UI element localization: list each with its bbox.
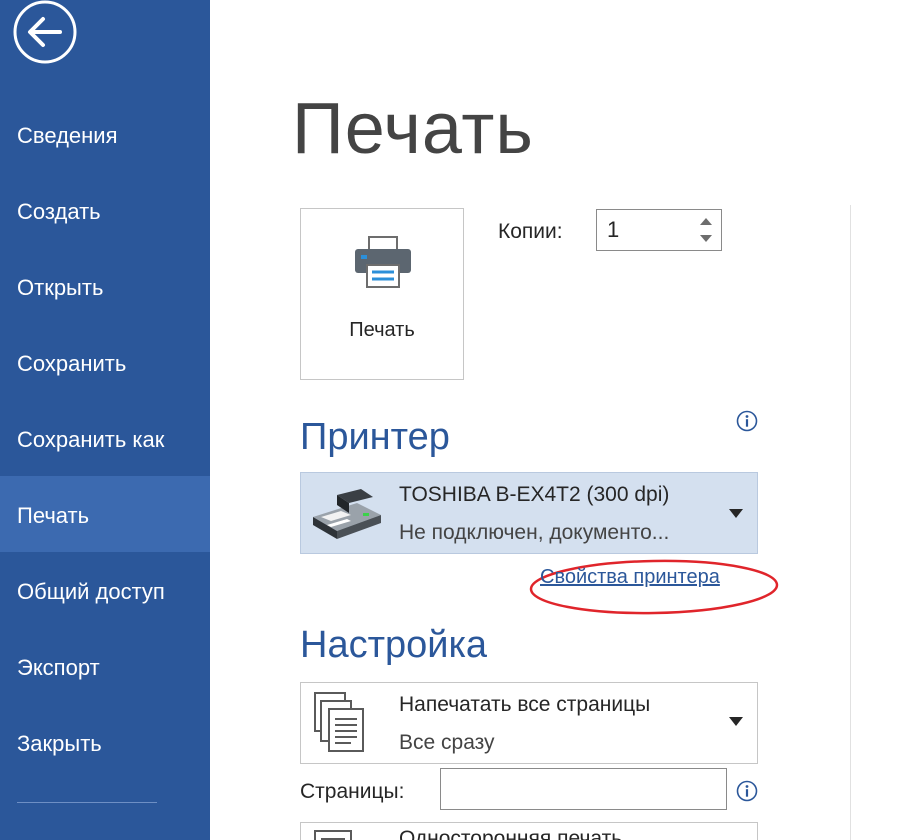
one-sided-icon — [314, 830, 352, 840]
pages-stack-icon — [314, 692, 364, 752]
pages-field[interactable] — [440, 768, 727, 810]
copies-label: Копии: — [498, 220, 563, 243]
nav-item-open[interactable]: Открыть — [0, 258, 210, 318]
info-icon[interactable] — [736, 410, 758, 432]
copies-stepper[interactable] — [596, 209, 722, 251]
back-button[interactable] — [10, 0, 80, 64]
sides-dropdown[interactable]: Односторонняя печать — [300, 822, 758, 840]
printer-properties-link[interactable]: Свойства принтера — [540, 566, 720, 589]
print-range-value: Напечатать все страницы — [399, 693, 651, 716]
nav-item-save[interactable]: Сохранить — [0, 334, 210, 394]
sides-value: Односторонняя печать — [399, 827, 623, 840]
chevron-down-icon — [729, 717, 743, 726]
spin-up-icon[interactable] — [697, 213, 715, 229]
printer-heading: Принтер — [300, 416, 450, 458]
nav-item-export[interactable]: Экспорт — [0, 638, 210, 698]
preview-divider — [850, 205, 851, 840]
print-range-dropdown[interactable]: Напечатать все страницы Все сразу — [300, 682, 758, 764]
page-title: Печать — [292, 89, 534, 169]
print-button-label: Печать — [349, 319, 415, 341]
sidebar-divider — [17, 802, 157, 803]
printer-status: Не подключен, документо... — [399, 521, 670, 544]
pages-info-icon[interactable] — [736, 780, 758, 802]
nav-item-share[interactable]: Общий доступ — [0, 562, 210, 622]
nav-item-close[interactable]: Закрыть — [0, 714, 210, 774]
spin-down-icon[interactable] — [697, 231, 715, 247]
backstage-sidebar: Сведения Создать Открыть Сохранить Сохра… — [0, 0, 210, 840]
print-range-description: Все сразу — [399, 731, 495, 754]
label-printer-icon — [313, 489, 381, 539]
nav-item-print[interactable]: Печать — [0, 476, 210, 552]
printer-icon — [355, 236, 411, 288]
printer-name: TOSHIBA B-EX4T2 (300 dpi) — [399, 483, 670, 506]
nav-item-new[interactable]: Создать — [0, 182, 210, 242]
pages-input[interactable] — [441, 769, 726, 809]
print-button[interactable]: Печать — [300, 208, 464, 380]
nav-item-info[interactable]: Сведения — [0, 106, 210, 166]
chevron-down-icon — [729, 509, 743, 518]
settings-heading: Настройка — [300, 624, 488, 666]
back-arrow-icon — [13, 0, 77, 64]
printer-dropdown[interactable]: TOSHIBA B-EX4T2 (300 dpi) Не подключен, … — [300, 472, 758, 554]
pages-label: Страницы: — [300, 780, 405, 803]
nav-item-save-as[interactable]: Сохранить как — [0, 410, 210, 470]
copies-input[interactable] — [597, 210, 687, 250]
